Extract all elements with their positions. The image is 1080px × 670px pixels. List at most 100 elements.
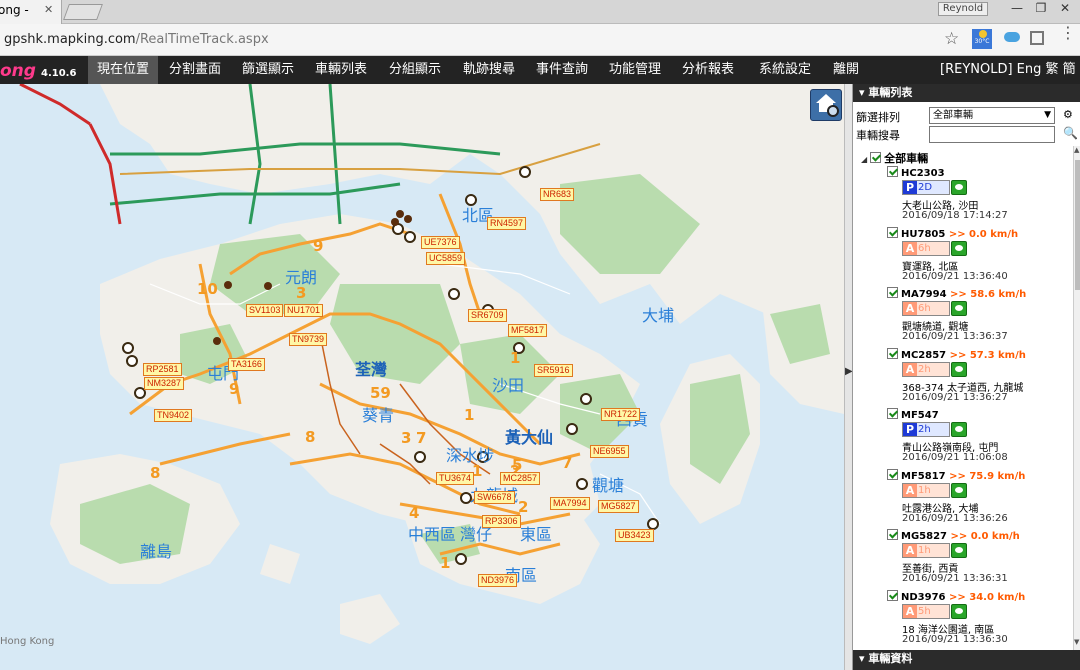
filter-options-icon[interactable]: ⚙ (1063, 108, 1073, 121)
vehicle-checkbox[interactable] (887, 408, 898, 419)
vehicle-map-label[interactable]: NM3287 (144, 377, 185, 390)
vehicle-info-header[interactable]: ▾ 車輛資料 (853, 650, 1080, 670)
panel-splitter[interactable] (844, 84, 852, 670)
search-icon[interactable]: 🔍 (1063, 126, 1078, 140)
vehicle-list-item[interactable]: ND3976 >> 34.0 km/h A 5h 18 海洋公園道, 南區 2016/0… (887, 589, 1073, 650)
app-version: 4.10.6 (41, 68, 77, 79)
tab-close-icon[interactable]: ✕ (44, 3, 53, 16)
vehicle-plate[interactable]: MA7994 (901, 289, 947, 300)
vehicle-list-item[interactable]: MF547 P 2h 青山公路嶺南段, 屯門 2016/09/21 11:06:08 (887, 408, 1073, 468)
vehicle-list-item[interactable]: HU7805 >> 0.0 km/h A 6h 寶運路, 北區 2016/09/21 1… (887, 226, 1073, 287)
new-tab-button[interactable] (63, 4, 103, 20)
vehicle-plate[interactable]: MF547 (901, 410, 939, 421)
vehicle-speed: >> 58.6 km/h (950, 289, 1027, 300)
vehicle-map-label[interactable]: RN4597 (487, 217, 527, 230)
expand-icon[interactable]: ◢ (861, 155, 867, 164)
vehicle-plate[interactable]: MC2857 (901, 350, 946, 361)
vehicle-plate[interactable]: MG5827 (901, 531, 947, 542)
vehicle-checkbox[interactable] (887, 347, 898, 359)
vehicle-plate[interactable]: MF5817 (901, 471, 946, 482)
vehicle-plate[interactable]: ND3976 (901, 592, 946, 603)
nav-item-4[interactable]: 分組顯示 (380, 56, 450, 84)
message-icon[interactable] (951, 301, 967, 316)
cloud-extension-icon[interactable] (1004, 32, 1020, 42)
nav-item-3[interactable]: 車輛列表 (306, 56, 376, 84)
weather-extension-icon[interactable]: 30°C (972, 29, 992, 49)
vehicle-checkbox[interactable] (887, 287, 898, 298)
user-language-info[interactable]: [REYNOLD] Eng 繁 簡 (940, 56, 1076, 84)
vehicle-list-item[interactable]: MG5827 >> 0.0 km/h A 1h 至善街, 西貢 2016/09/21 1… (887, 529, 1073, 589)
vehicle-plate[interactable]: HU7805 (901, 229, 945, 240)
magnifier-icon (827, 105, 839, 117)
vehicle-list-item[interactable]: MF5817 >> 75.9 km/h A 1h 吐露港公路, 大埔 2016/09/2… (887, 468, 1073, 529)
vehicle-map-label[interactable]: UE7376 (421, 236, 460, 249)
vehicle-checkbox[interactable] (887, 226, 898, 238)
profile-button[interactable]: Reynold (938, 2, 988, 16)
browser-tab[interactable]: ong - ✕ (0, 0, 62, 24)
vehicle-map-label[interactable]: ND3976 (478, 574, 518, 587)
vehicle-map-label[interactable]: MA7994 (550, 497, 590, 510)
nav-item-9[interactable]: 系統設定 (748, 56, 822, 84)
nav-item-7[interactable]: 功能管理 (600, 56, 670, 84)
url-field[interactable]: gpshk.mapking.com/RealTimeTrack.aspx (4, 32, 269, 47)
vehicle-map-label[interactable]: TA3166 (228, 358, 265, 371)
vehicle-search-input[interactable] (929, 126, 1055, 143)
vehicle-map-label[interactable]: MC2857 (500, 472, 541, 485)
vehicle-map-label[interactable]: MG5827 (598, 500, 639, 513)
vehicle-map-label[interactable]: TN9402 (154, 409, 193, 422)
message-icon[interactable] (951, 180, 967, 195)
tree-root[interactable]: ◢ 全部車輛 (861, 150, 928, 166)
message-icon[interactable] (951, 543, 967, 558)
bookmark-star-icon[interactable]: ☆ (944, 29, 959, 49)
vehicle-map-label[interactable]: UC5859 (426, 252, 466, 265)
vehicle-list-item[interactable]: HC2303 P 2D 大老山公路, 沙田 2016/09/18 17:14:27 (887, 166, 1073, 226)
vehicle-map-label[interactable]: RP3306 (482, 515, 521, 528)
scroll-up-icon[interactable]: ▲ (1074, 146, 1079, 154)
checkbox-all[interactable] (870, 152, 882, 163)
map-home-search-button[interactable] (810, 89, 842, 121)
scroll-down-icon[interactable]: ▼ (1074, 638, 1079, 646)
vehicle-checkbox[interactable] (887, 166, 898, 177)
vehicle-map-label[interactable]: SR5916 (534, 364, 573, 377)
vehicle-checkbox[interactable] (887, 468, 898, 480)
vehicle-map-label[interactable]: RP2581 (143, 363, 182, 376)
nav-item-5[interactable]: 軌跡搜尋 (453, 56, 525, 84)
nav-item-1[interactable]: 分割畫面 (160, 56, 230, 84)
vehicle-map-label[interactable]: UB3423 (615, 529, 654, 542)
nav-item-6[interactable]: 事件查詢 (527, 56, 597, 84)
nav-item-8[interactable]: 分析報表 (673, 56, 743, 84)
vehicle-map-label[interactable]: NE6955 (590, 445, 629, 458)
map-view[interactable]: 元朗北區大埔荃灣沙田葵青深水埗黃大仙屯門離島中西區灣仔東區西貢觀塘九龍城南區 9… (0, 84, 844, 670)
message-icon[interactable] (951, 603, 967, 619)
vehicle-map-label[interactable]: SW6678 (474, 491, 515, 504)
nav-item-2[interactable]: 篩選顯示 (233, 56, 303, 84)
map-canvas[interactable] (0, 84, 844, 670)
vehicle-list-item[interactable]: MA7994 >> 58.6 km/h A 6h 觀塘繞道, 觀塘 2016/09/21… (887, 287, 1073, 347)
vehicle-checkbox[interactable] (887, 529, 898, 540)
vehicle-map-label[interactable]: TN9739 (289, 333, 328, 346)
vehicle-map-label[interactable]: SR6709 (468, 309, 507, 322)
filter-select[interactable]: 全部車輛 ▼ (929, 107, 1055, 124)
vehicle-list-header[interactable]: ▾ 車輛列表 (853, 84, 1080, 102)
vehicle-list-scrollbar[interactable]: ▲ ▼ (1073, 146, 1080, 650)
message-icon[interactable] (951, 422, 967, 437)
vehicle-checkbox[interactable] (887, 589, 898, 601)
browser-menu-icon[interactable]: ⋮ (1060, 25, 1076, 41)
message-icon[interactable] (951, 482, 967, 498)
scroll-thumb[interactable] (1075, 160, 1080, 290)
vehicle-map-label[interactable]: TU3674 (436, 472, 475, 485)
message-icon[interactable] (951, 240, 967, 256)
vehicle-map-label[interactable]: MF5817 (508, 324, 548, 337)
vehicle-panel: ▾ 車輛列表 篩選排列 全部車輛 ▼ ⚙ 車輛搜尋 🔍 ◢ 全部車輛 HC2303 … (852, 84, 1080, 670)
vehicle-map-label[interactable]: NU1701 (284, 304, 324, 317)
vehicle-map-label[interactable]: NR1722 (601, 408, 641, 421)
nav-item-10[interactable]: 離開 (823, 56, 869, 84)
nav-item-0[interactable]: 現在位置 (88, 56, 158, 84)
vehicle-map-label[interactable]: SV1103 (246, 304, 284, 317)
vehicle-map-label[interactable]: NR683 (540, 188, 575, 201)
close-window-button[interactable]: ✕ (1050, 0, 1080, 18)
vehicle-list-item[interactable]: MC2857 >> 57.3 km/h A 2h 368-374 太子道西, 九龍城 2… (887, 347, 1073, 408)
reader-extension-icon[interactable] (1030, 31, 1044, 45)
vehicle-plate[interactable]: HC2303 (901, 168, 945, 179)
message-icon[interactable] (951, 361, 967, 377)
